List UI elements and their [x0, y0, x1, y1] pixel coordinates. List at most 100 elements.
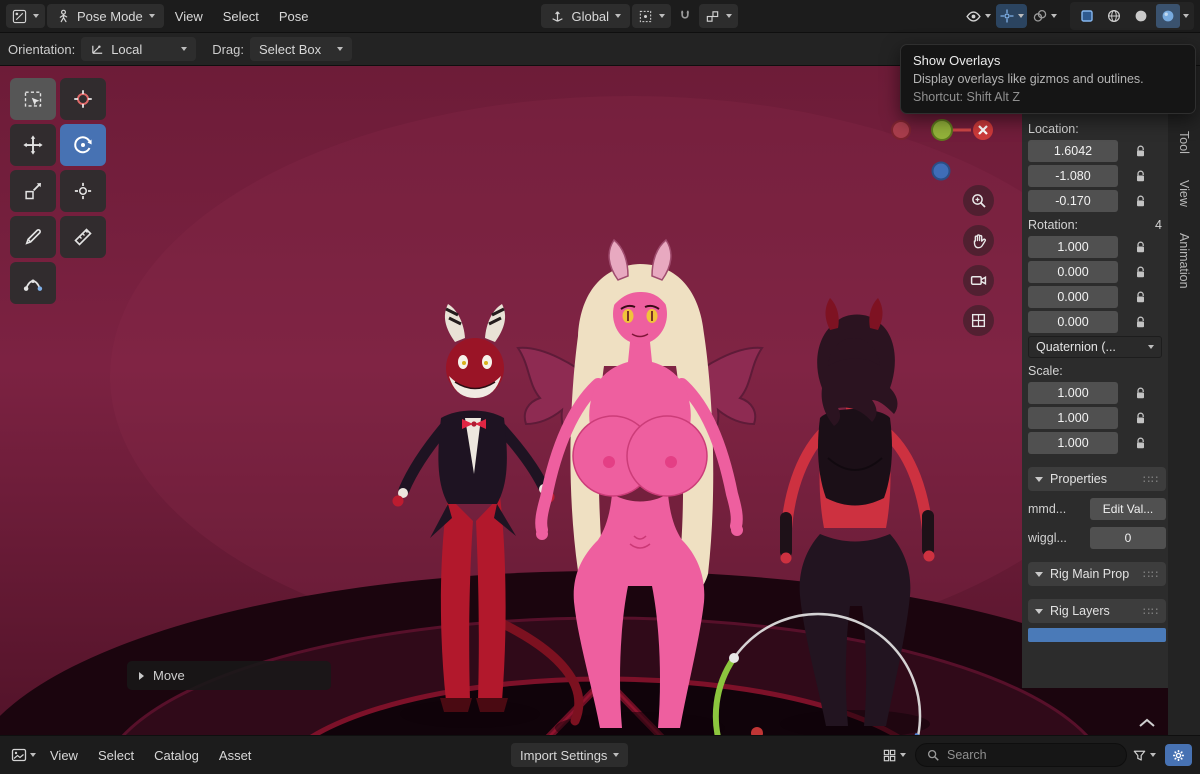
rotation-x-field[interactable]: 0.000: [1028, 261, 1118, 283]
chevron-down-icon: [615, 14, 622, 18]
mode-selector-dropdown[interactable]: Pose Mode: [47, 4, 164, 28]
menu-asset[interactable]: Asset: [210, 743, 261, 767]
location-label: Location:: [1028, 122, 1079, 136]
viewport-region[interactable]: Move Location: 1.6042 -1.080 -0.170 Rota…: [0, 66, 1200, 735]
properties-title: Properties: [1050, 472, 1107, 486]
filter-settings-button[interactable]: [1165, 744, 1193, 766]
tool-rotate[interactable]: [60, 124, 106, 166]
snap-target-dropdown[interactable]: [699, 4, 739, 28]
rig-main-panel-header[interactable]: Rig Main Prop ∷∷: [1028, 562, 1166, 586]
ortho-toggle-button[interactable]: [963, 305, 994, 336]
shading-wireframe-button[interactable]: [1102, 4, 1126, 28]
tool-annotate[interactable]: [10, 216, 56, 258]
lock-open-icon[interactable]: [1135, 412, 1146, 425]
orientation-dropdown[interactable]: Local: [81, 37, 197, 61]
scale-z-field[interactable]: 1.000: [1028, 432, 1118, 454]
menu-view[interactable]: View: [166, 4, 212, 28]
grip-dots-icon[interactable]: ∷∷: [1143, 568, 1159, 581]
tool-move[interactable]: [10, 124, 56, 166]
rotation-mode-dropdown[interactable]: Quaternion (...: [1028, 336, 1162, 358]
rendered-shading-icon: [1162, 10, 1174, 22]
gizmos-dropdown[interactable]: [996, 4, 1028, 28]
lock-open-icon[interactable]: [1135, 241, 1146, 254]
chevron-down-icon: [613, 753, 620, 757]
lock-open-icon[interactable]: [1135, 437, 1146, 450]
location-x-field[interactable]: 1.6042: [1028, 140, 1118, 162]
zoom-button[interactable]: [963, 185, 994, 216]
tool-transform[interactable]: [60, 170, 106, 212]
location-y-field[interactable]: -1.080: [1028, 165, 1118, 187]
lock-open-icon[interactable]: [1135, 316, 1146, 329]
rig-layers-panel-header[interactable]: Rig Layers ∷∷: [1028, 599, 1166, 623]
menu-select[interactable]: Select: [214, 4, 268, 28]
viewport-3d[interactable]: [0, 66, 1200, 735]
tab-view[interactable]: View: [1175, 175, 1193, 212]
filter-dropdown[interactable]: [1129, 743, 1159, 767]
scale-label: Scale:: [1028, 364, 1063, 378]
lock-open-icon[interactable]: [1135, 195, 1146, 208]
zoom-icon: [972, 194, 986, 208]
asset-editor-type-button[interactable]: [8, 743, 39, 767]
lock-open-icon[interactable]: [1135, 387, 1146, 400]
settings-gear-icon: [1173, 749, 1184, 761]
tool-measure[interactable]: [60, 216, 106, 258]
scroll-up-hint[interactable]: [1138, 716, 1156, 731]
grip-dots-icon[interactable]: ∷∷: [1143, 605, 1159, 618]
lock-open-icon[interactable]: [1135, 145, 1146, 158]
drag-dropdown[interactable]: Select Box: [250, 37, 352, 61]
wiggle-value-field[interactable]: 0: [1090, 527, 1166, 549]
overlays-dropdown[interactable]: [1029, 4, 1060, 28]
location-z-field[interactable]: -0.170: [1028, 190, 1118, 212]
pivot-point-dropdown[interactable]: [632, 4, 672, 28]
rig-layers-title: Rig Layers: [1050, 604, 1110, 618]
camera-view-button[interactable]: [963, 265, 994, 296]
snap-magnet-toggle[interactable]: [673, 4, 697, 28]
lock-open-icon[interactable]: [1135, 266, 1146, 279]
edit-value-button[interactable]: Edit Val...: [1090, 498, 1166, 520]
chevron-down-icon: [900, 753, 907, 757]
shading-group: [1070, 2, 1195, 30]
chevron-down-icon: [726, 14, 733, 18]
pan-hand-icon: [973, 234, 986, 249]
scale-x-field[interactable]: 1.000: [1028, 382, 1118, 404]
menu-view-bottom[interactable]: View: [41, 743, 87, 767]
tool-cursor[interactable]: [60, 78, 106, 120]
display-mode-dropdown[interactable]: [879, 743, 909, 767]
measure-icon: [74, 228, 92, 246]
shading-rendered-button[interactable]: [1156, 4, 1181, 28]
grip-dots-icon[interactable]: ∷∷: [1143, 473, 1159, 486]
lock-open-icon[interactable]: [1135, 170, 1146, 183]
visibility-dropdown[interactable]: [962, 4, 994, 28]
pan-button[interactable]: [963, 225, 994, 256]
import-settings-dropdown[interactable]: Import Settings: [511, 743, 629, 767]
properties-panel-header[interactable]: Properties ∷∷: [1028, 467, 1166, 491]
tab-animation[interactable]: Animation: [1175, 228, 1193, 294]
tool-scale[interactable]: [10, 170, 56, 212]
drag-dropdown-value: Select Box: [259, 41, 322, 57]
menu-pose[interactable]: Pose: [270, 4, 318, 28]
sidebar-tabs: Tool View Animation: [1168, 66, 1200, 735]
overlays-icon: [1033, 9, 1047, 22]
scale-y-field[interactable]: 1.000: [1028, 407, 1118, 429]
rotation-w-field[interactable]: 1.000: [1028, 236, 1118, 258]
search-input[interactable]: [947, 748, 1098, 762]
rotation-y-field[interactable]: 0.000: [1028, 286, 1118, 308]
transform-orientation-dropdown[interactable]: Global: [541, 4, 631, 28]
menu-select-bottom[interactable]: Select: [89, 743, 143, 767]
shading-dropdown-chevron[interactable]: [1183, 14, 1190, 18]
tooltip-shortcut: Shortcut: Shift Alt Z: [913, 90, 1020, 104]
toggle-xray-button[interactable]: [1075, 4, 1099, 28]
rig-layer-active-row[interactable]: [1028, 628, 1166, 642]
operator-panel[interactable]: Move: [127, 661, 331, 690]
menu-catalog[interactable]: Catalog: [145, 743, 208, 767]
annotate-icon: [25, 229, 41, 245]
lock-open-icon[interactable]: [1135, 291, 1146, 304]
shading-solid-button[interactable]: [1129, 4, 1153, 28]
search-box[interactable]: [915, 743, 1128, 767]
chevron-down-icon: [1035, 608, 1043, 614]
rotation-z-field[interactable]: 0.000: [1028, 311, 1118, 333]
editor-type-button[interactable]: [6, 4, 45, 28]
tool-select-box[interactable]: [10, 78, 56, 120]
tab-tool[interactable]: Tool: [1175, 126, 1193, 159]
tool-pose-breakdowner[interactable]: [10, 262, 56, 304]
